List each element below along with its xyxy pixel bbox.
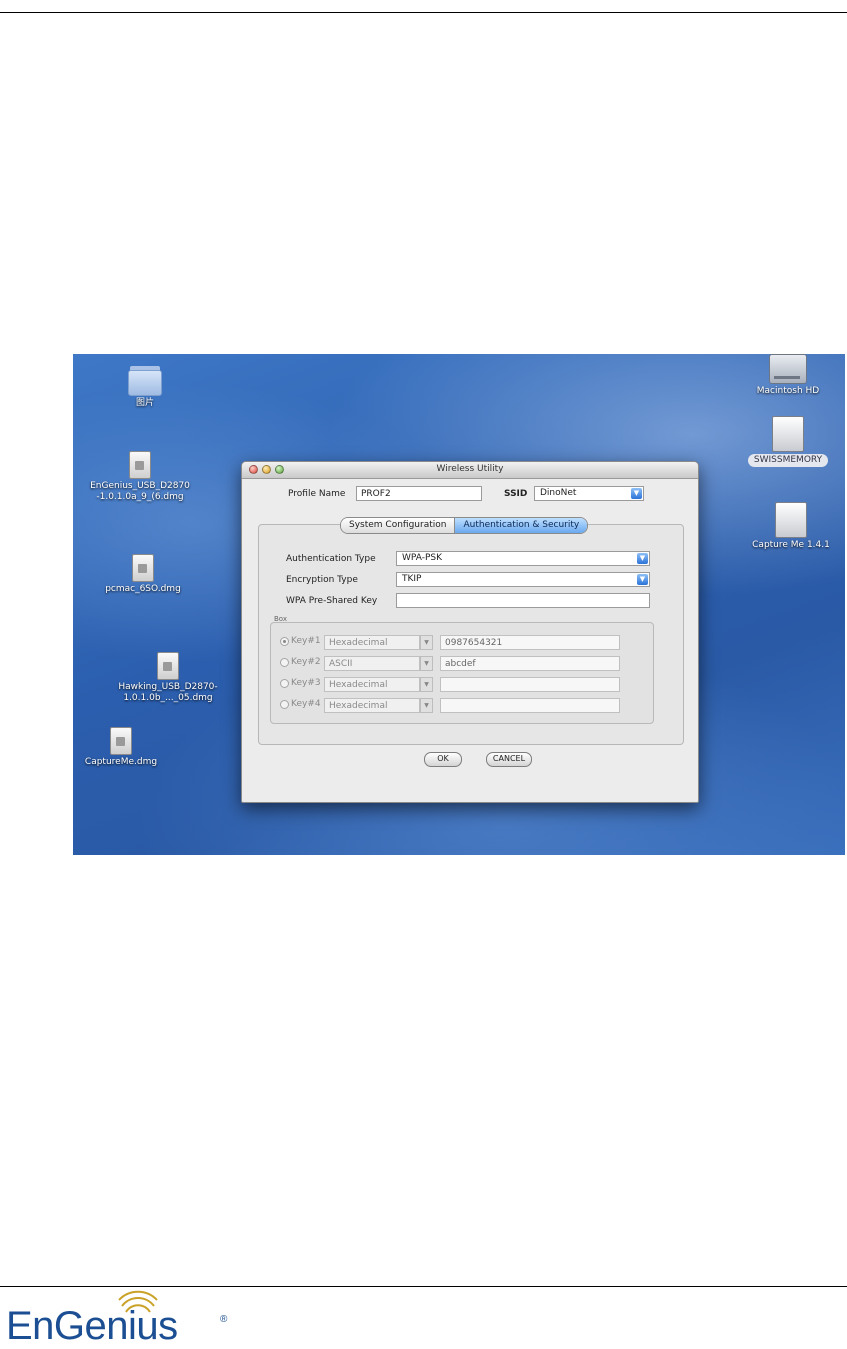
desktop-icon-dmg[interactable]: pcmac_6SO.dmg	[93, 554, 193, 595]
psk-label: WPA Pre-Shared Key	[286, 596, 378, 606]
desktop-icon-label: Capture Me 1.4.1	[752, 540, 830, 550]
disk-image-icon	[157, 652, 179, 680]
chevron-down-icon: ▼	[420, 635, 433, 650]
key-type-select[interactable]: Hexadecimal ▼	[324, 677, 433, 692]
usb-drive-icon	[772, 416, 804, 452]
key-type-value: Hexadecimal	[329, 638, 388, 648]
desktop-icon-capture-me[interactable]: Capture Me 1.4.1	[743, 502, 839, 551]
desktop-icon-dmg[interactable]: EnGenius_USB_D2870-1.0.1.0a_9_(6.dmg	[75, 451, 205, 503]
disk-image-icon	[110, 727, 132, 755]
wireless-utility-window: Wireless Utility Profile Name PROF2 SSID…	[241, 461, 699, 803]
key-value-field[interactable]	[440, 698, 620, 713]
auth-type-select[interactable]: WPA-PSK ▼	[396, 551, 650, 566]
logo-registered-mark: ®	[220, 1314, 228, 1325]
psk-field[interactable]	[396, 593, 650, 608]
key-value-field[interactable]: abcdef	[440, 656, 620, 671]
key-type-value: ASCII	[329, 659, 353, 669]
ssid-value: DinoNet	[540, 488, 577, 498]
ssid-select[interactable]: DinoNet ▼	[534, 486, 644, 501]
key-type-select[interactable]: Hexadecimal ▼	[324, 698, 433, 713]
key-label: Key#4	[291, 699, 321, 709]
key-label: Key#2	[291, 657, 321, 667]
disk-image-icon	[129, 451, 151, 479]
desktop-icon-dmg[interactable]: CaptureMe.dmg	[81, 727, 161, 768]
desktop-icon-label: 图片	[135, 398, 154, 408]
desktop-icon-label: Macintosh HD	[756, 386, 820, 396]
desktop-icon-label: EnGenius_USB_D2870-1.0.1.0a_9_(6.dmg	[90, 481, 190, 502]
desktop-icon-macintosh-hd[interactable]: Macintosh HD	[743, 354, 833, 397]
engenius-logo: EnGenius ®	[6, 1290, 246, 1349]
chevron-down-icon: ▼	[420, 677, 433, 692]
tab-system-configuration[interactable]: System Configuration	[341, 518, 455, 533]
chevron-down-icon: ▼	[420, 698, 433, 713]
desktop-icon-label: CaptureMe.dmg	[84, 757, 158, 767]
key-type-value: Hexadecimal	[329, 701, 388, 711]
cancel-button[interactable]: CANCEL	[486, 752, 532, 767]
auth-type-value: WPA-PSK	[402, 553, 442, 563]
disk-image-icon	[132, 554, 154, 582]
ok-button[interactable]: OK	[424, 752, 462, 767]
key-radio[interactable]	[280, 679, 289, 688]
enc-type-label: Encryption Type	[286, 575, 358, 585]
logo-text: EnGenius	[6, 1304, 178, 1348]
auth-type-label: Authentication Type	[286, 554, 376, 564]
key-label: Key#3	[291, 678, 321, 688]
key-radio[interactable]	[280, 637, 289, 646]
window-title: Wireless Utility	[436, 464, 504, 474]
desktop-icon-label: Hawking_USB_D2870-1.0.1.0b_..._05.dmg	[118, 682, 218, 703]
key-value-field[interactable]	[440, 677, 620, 692]
footer-rule	[0, 1286, 847, 1287]
folder-icon	[128, 366, 162, 396]
desktop-icon-dmg[interactable]: Hawking_USB_D2870-1.0.1.0b_..._05.dmg	[113, 652, 223, 704]
chevron-down-icon: ▼	[637, 553, 648, 564]
usb-drive-icon	[775, 502, 807, 538]
chevron-down-icon: ▼	[637, 574, 648, 585]
desktop-icon-label: pcmac_6SO.dmg	[105, 584, 181, 594]
window-titlebar[interactable]: Wireless Utility	[242, 462, 698, 479]
profile-name-field[interactable]: PROF2	[356, 486, 482, 501]
desktop-icon-label: SWISSMEMORY	[747, 454, 829, 467]
key-value-field[interactable]: 0987654321	[440, 635, 620, 650]
profile-name-label: Profile Name	[288, 489, 346, 499]
hard-drive-icon	[769, 354, 807, 384]
key-label: Key#1	[291, 636, 321, 646]
ssid-label: SSID	[504, 489, 528, 499]
chevron-down-icon: ▼	[631, 488, 642, 499]
tab-authentication-security[interactable]: Authentication & Security	[454, 518, 588, 533]
key-type-value: Hexadecimal	[329, 680, 388, 690]
key-radio[interactable]	[280, 700, 289, 709]
chevron-down-icon: ▼	[420, 656, 433, 671]
enc-type-value: TKIP	[402, 574, 422, 584]
header-rule	[0, 12, 847, 13]
desktop-icon-swissmemory[interactable]: SWISSMEMORY	[743, 416, 833, 467]
mac-desktop-screenshot: 图片 EnGenius_USB_D2870-1.0.1.0a_9_(6.dmg …	[73, 354, 845, 855]
key-type-select[interactable]: Hexadecimal ▼	[324, 635, 433, 650]
tab-bar: System Configuration Authentication & Se…	[340, 517, 589, 534]
group-title: Box	[274, 615, 288, 623]
enc-type-select[interactable]: TKIP ▼	[396, 572, 650, 587]
key-radio[interactable]	[280, 658, 289, 667]
key-type-select[interactable]: ASCII ▼	[324, 656, 433, 671]
desktop-icon-folder[interactable]: 图片	[125, 366, 165, 409]
